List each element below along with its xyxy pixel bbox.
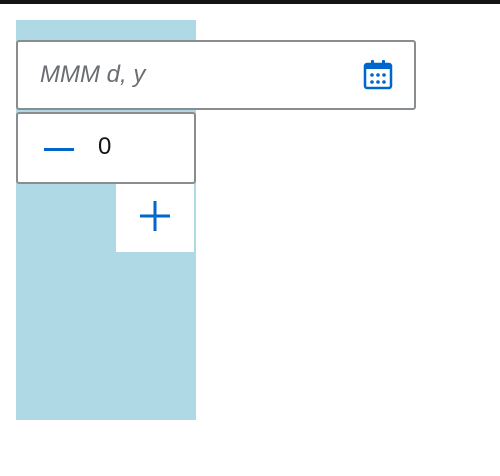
minus-icon	[44, 139, 74, 157]
top-bar	[0, 0, 500, 4]
date-input[interactable]	[40, 56, 340, 94]
date-picker[interactable]	[16, 40, 416, 110]
plus-icon	[140, 200, 170, 236]
increment-button[interactable]	[116, 184, 194, 252]
number-stepper: 0	[16, 112, 196, 184]
calendar-button[interactable]	[358, 56, 398, 96]
calendar-icon	[363, 58, 393, 95]
stepper-value[interactable]: 0	[98, 133, 111, 161]
decrement-button[interactable]	[32, 128, 86, 168]
